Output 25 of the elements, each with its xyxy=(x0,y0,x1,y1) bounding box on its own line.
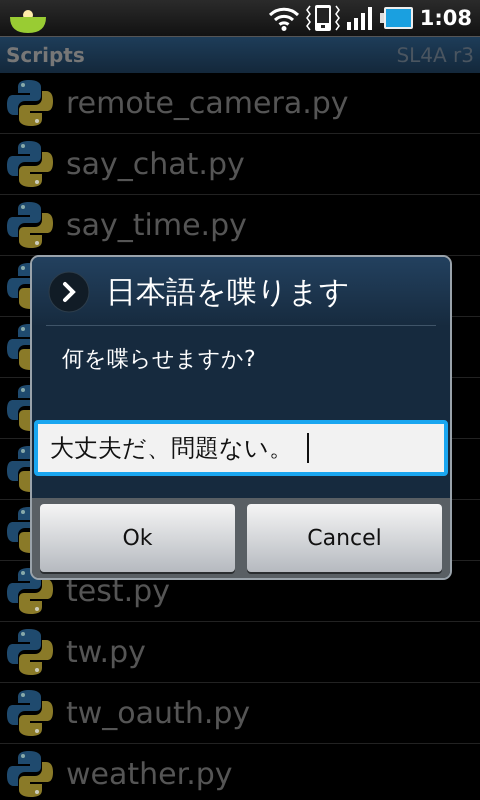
cancel-button[interactable]: Cancel xyxy=(247,504,442,572)
python-file-icon xyxy=(6,567,54,615)
python-file-icon xyxy=(6,79,54,127)
dialog-title: 日本語を喋ります xyxy=(106,274,350,312)
ok-button[interactable]: Ok xyxy=(40,504,235,572)
script-name[interactable]: remote_camera.py xyxy=(66,86,349,120)
chevron-icon xyxy=(48,271,90,313)
signal-icon xyxy=(346,5,374,31)
clock-time: 1:08 xyxy=(420,6,472,30)
script-name[interactable]: weather.py xyxy=(66,756,233,792)
python-file-icon xyxy=(6,140,54,188)
python-file-icon xyxy=(6,628,54,676)
wifi-icon xyxy=(268,5,300,31)
vibrate-icon xyxy=(306,4,340,32)
python-file-icon xyxy=(6,201,54,249)
dialog-message: 何を喋らせますか? xyxy=(61,346,257,374)
battery-icon xyxy=(380,5,414,31)
text-input-field[interactable]: 大丈夫だ、問題ない。 xyxy=(34,420,448,476)
screen-title: Scripts xyxy=(6,43,85,67)
script-name[interactable]: say_chat.py xyxy=(66,146,245,182)
script-name[interactable]: tw_oauth.py xyxy=(66,696,250,730)
script-name[interactable]: tw.py xyxy=(66,634,146,670)
python-file-icon xyxy=(6,750,54,798)
python-file-icon xyxy=(6,689,54,737)
script-name[interactable]: say_time.py xyxy=(66,208,247,242)
